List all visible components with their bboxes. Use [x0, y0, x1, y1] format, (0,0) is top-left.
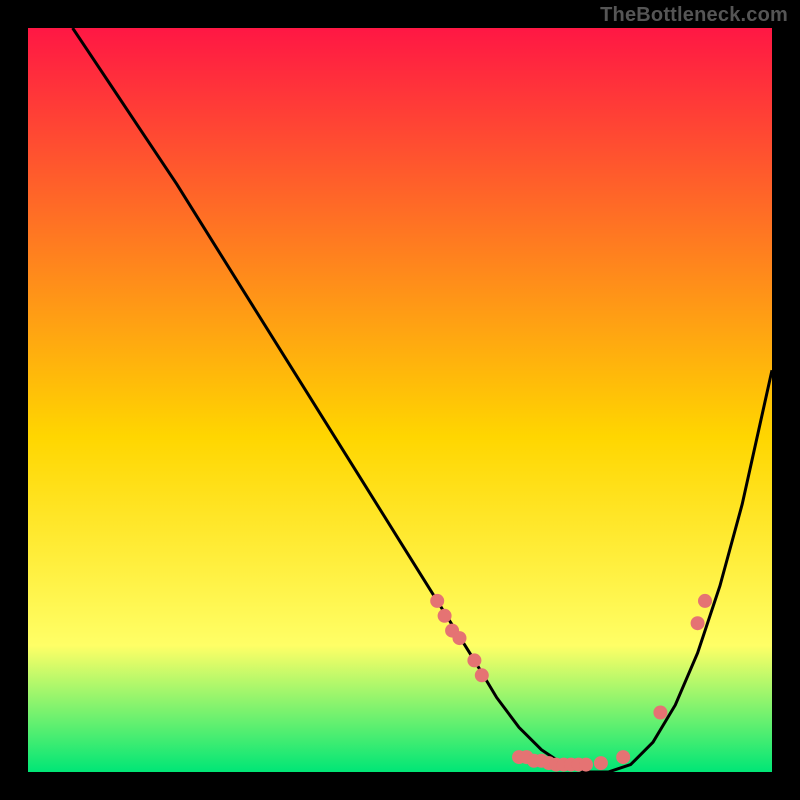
plot-area: [28, 28, 772, 772]
data-marker: [691, 616, 705, 630]
data-marker: [453, 631, 467, 645]
data-marker: [653, 706, 667, 720]
data-marker: [579, 758, 593, 772]
chart-container: TheBottleneck.com: [0, 0, 800, 800]
data-marker: [616, 750, 630, 764]
plot-background: [28, 28, 772, 772]
data-marker: [438, 609, 452, 623]
data-marker: [430, 594, 444, 608]
data-marker: [467, 653, 481, 667]
chart-svg: [28, 28, 772, 772]
data-marker: [475, 668, 489, 682]
data-marker: [698, 594, 712, 608]
data-marker: [594, 756, 608, 770]
watermark-text: TheBottleneck.com: [600, 4, 788, 27]
